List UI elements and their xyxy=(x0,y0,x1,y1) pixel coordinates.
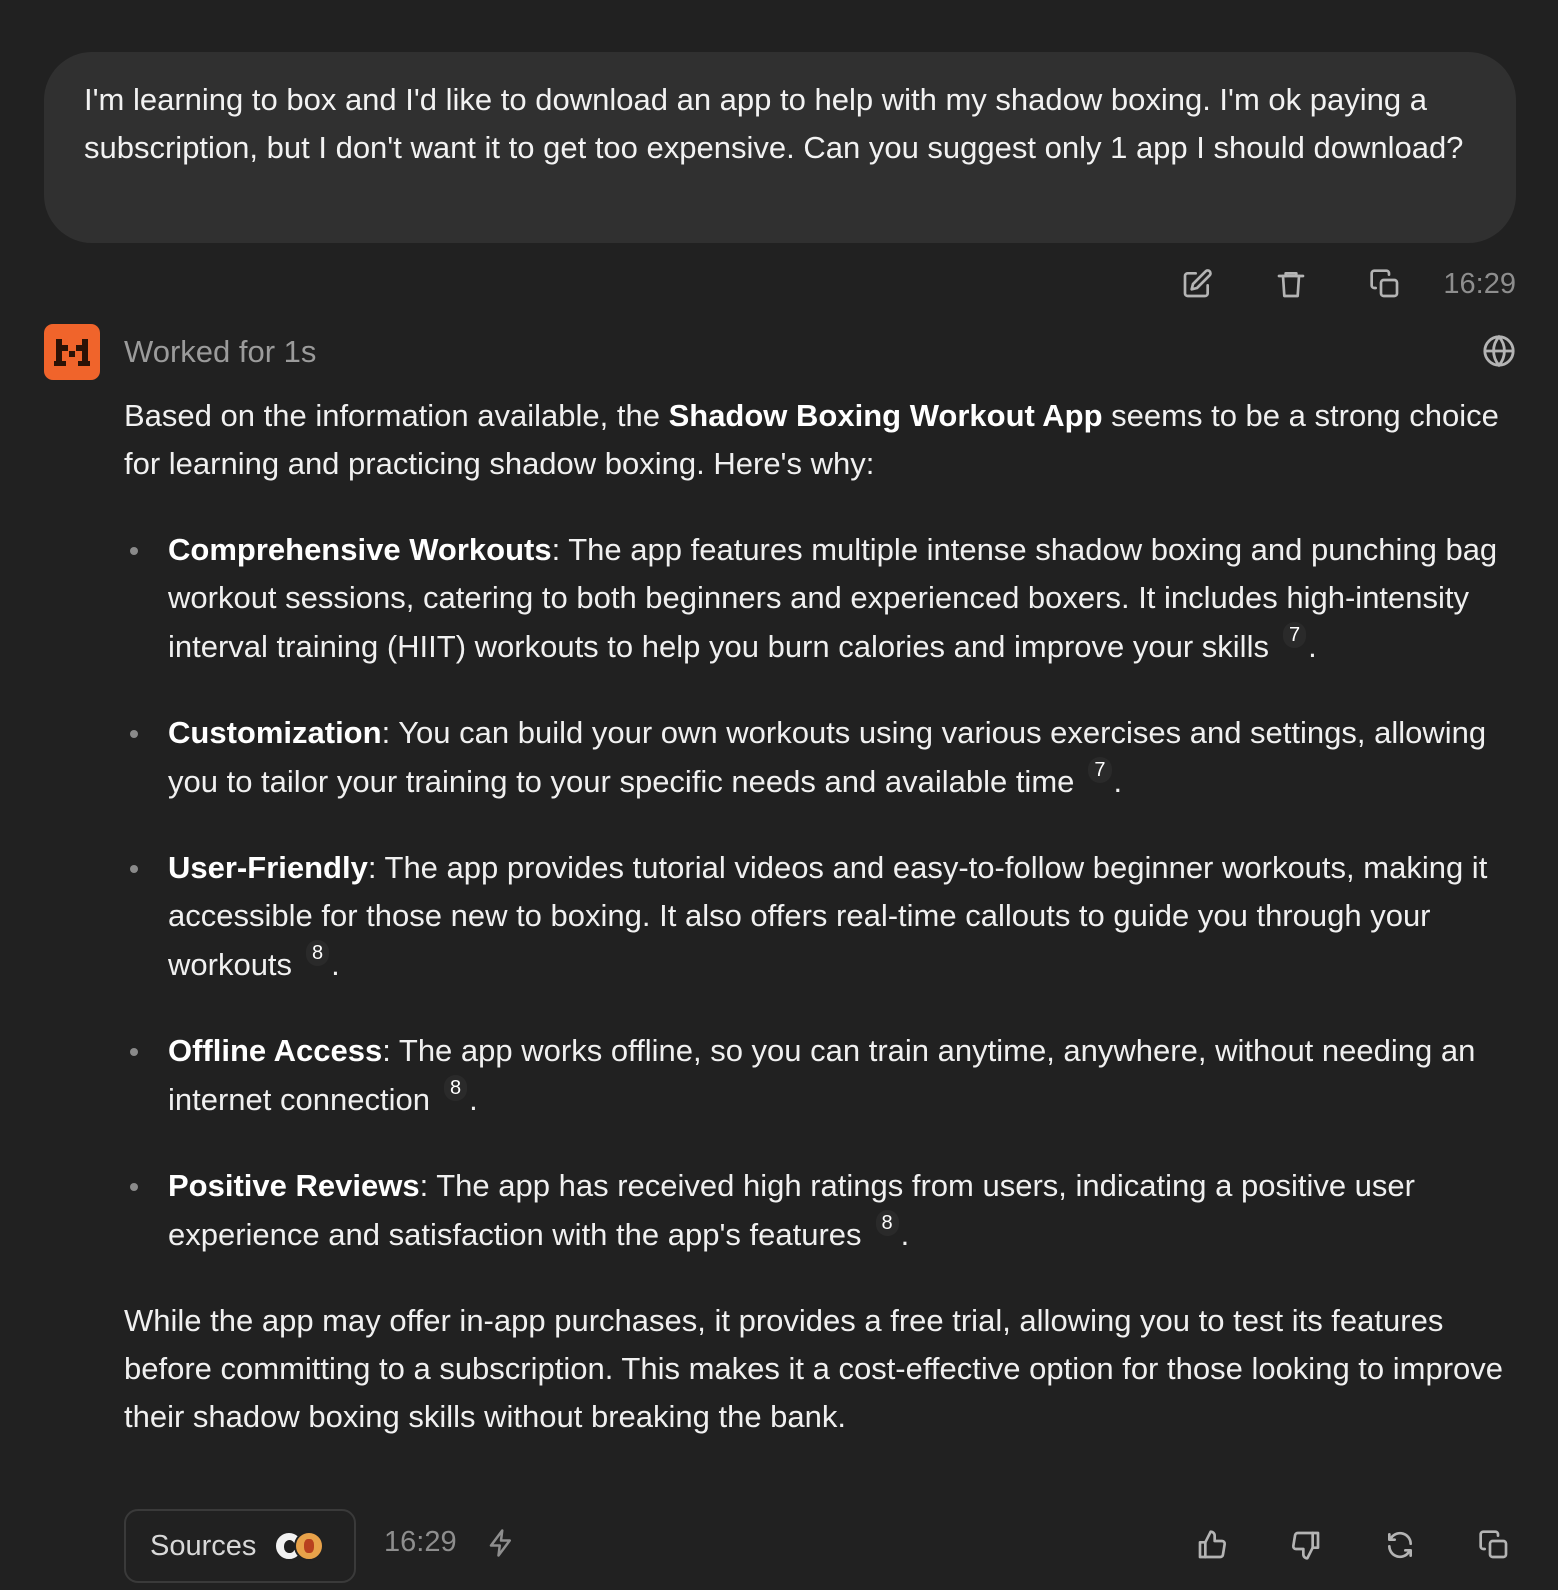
assistant-answer: Based on the information available, the … xyxy=(124,392,1514,1441)
reasons-list: Comprehensive Workouts: The app features… xyxy=(124,526,1514,1259)
intro-text: Based on the information available, the xyxy=(124,398,669,433)
assistant-status: Worked for 1s xyxy=(124,334,317,369)
copy-icon[interactable] xyxy=(1472,1523,1516,1567)
thumbs-down-icon[interactable] xyxy=(1284,1523,1328,1567)
answer-actions xyxy=(1190,1523,1516,1567)
user-message-text: I'm learning to box and I'd like to down… xyxy=(84,82,1464,165)
boxing-source-icon xyxy=(294,1531,325,1561)
list-item: Offline Access: The app works offline, s… xyxy=(124,1027,1514,1124)
assistant-avatar xyxy=(44,324,100,380)
bullet-title: Offline Access xyxy=(168,1033,383,1068)
bullet-period: . xyxy=(1113,764,1123,799)
list-item: Comprehensive Workouts: The app features… xyxy=(124,526,1514,671)
bullet-title: Customization xyxy=(168,715,382,750)
sources-label: Sources xyxy=(150,1529,257,1562)
user-message-actions: 16:29 xyxy=(1175,262,1516,306)
app-name: Shadow Boxing Workout App xyxy=(668,398,1103,433)
bullet-title: Comprehensive Workouts xyxy=(168,532,552,567)
list-item: Customization: You can build your own wo… xyxy=(124,709,1514,806)
bullet-period: . xyxy=(469,1082,478,1117)
assistant-footer: Sources 16:29 xyxy=(124,1509,1516,1585)
bullet-period: . xyxy=(331,947,340,982)
assistant-timestamp: 16:29 xyxy=(384,1526,457,1558)
list-item: User-Friendly: The app provides tutorial… xyxy=(124,844,1514,989)
citation-badge[interactable]: 8 xyxy=(875,1210,899,1236)
edit-icon[interactable] xyxy=(1175,262,1219,306)
mistral-logo-icon xyxy=(54,339,90,366)
trash-icon[interactable] xyxy=(1269,262,1313,306)
user-message-bubble: I'm learning to box and I'd like to down… xyxy=(44,52,1516,243)
globe-icon[interactable] xyxy=(1482,334,1518,370)
sources-button[interactable]: Sources xyxy=(124,1509,356,1583)
bullet-period: . xyxy=(900,1217,910,1252)
list-item: Positive Reviews: The app has received h… xyxy=(124,1162,1514,1259)
citation-badge[interactable]: 8 xyxy=(443,1075,468,1101)
thumbs-up-icon[interactable] xyxy=(1190,1523,1234,1567)
copy-icon[interactable] xyxy=(1363,262,1407,306)
bullet-title: Positive Reviews xyxy=(168,1168,420,1203)
citation-badge[interactable]: 7 xyxy=(1282,622,1307,648)
citation-badge[interactable]: 7 xyxy=(1088,757,1112,783)
citation-badge[interactable]: 8 xyxy=(306,940,330,966)
bullet-period: . xyxy=(1308,629,1317,664)
lightning-icon xyxy=(486,1527,522,1563)
user-message-timestamp: 16:29 xyxy=(1443,267,1516,300)
answer-intro: Based on the information available, the … xyxy=(124,392,1514,488)
bullet-title: User-Friendly xyxy=(168,850,368,885)
answer-conclusion: While the app may offer in-app purchases… xyxy=(124,1303,1504,1434)
regenerate-icon[interactable] xyxy=(1378,1523,1422,1567)
